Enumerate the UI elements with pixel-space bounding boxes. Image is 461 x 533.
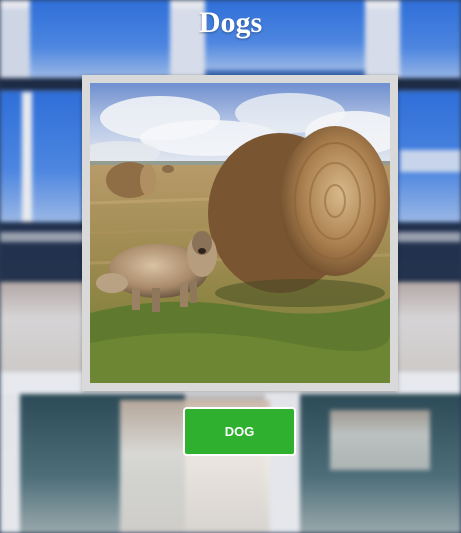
dog-button[interactable]: DOG bbox=[183, 407, 296, 456]
photo-card bbox=[82, 75, 398, 391]
dog-photo bbox=[90, 83, 390, 383]
page-title: Dogs bbox=[198, 6, 263, 39]
